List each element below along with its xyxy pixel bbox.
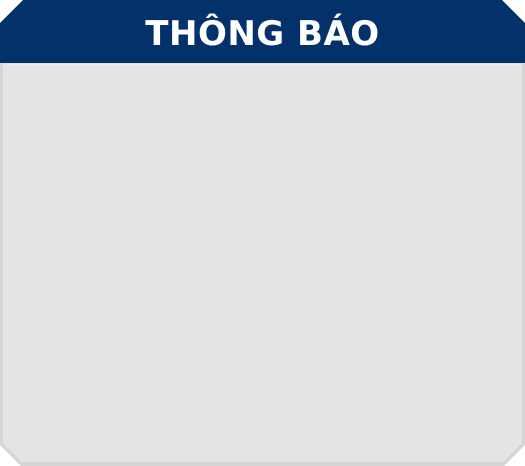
- dialog-title: THÔNG BÁO: [145, 13, 380, 54]
- dialog-content: [3, 64, 522, 462]
- notification-dialog: THÔNG BÁO: [0, 0, 525, 466]
